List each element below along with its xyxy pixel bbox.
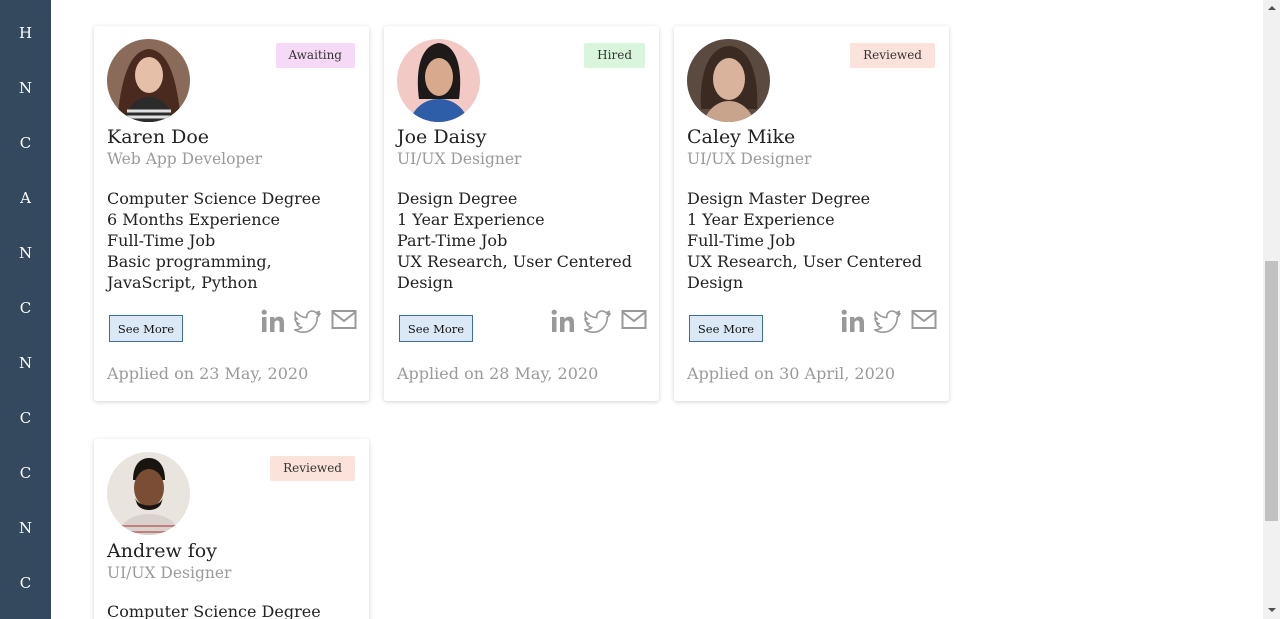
status-badge: Reviewed bbox=[270, 456, 355, 481]
see-more-button[interactable]: See More bbox=[109, 315, 183, 342]
detail-experience: 6 Months Experience bbox=[107, 210, 280, 229]
sidebar-item-9[interactable]: C bbox=[0, 458, 51, 488]
detail-degree: Computer Science Degree bbox=[107, 602, 321, 619]
twitter-icon[interactable] bbox=[294, 309, 321, 337]
detail-degree: Design Degree bbox=[397, 189, 518, 208]
sidebar-item-5[interactable]: N bbox=[0, 238, 51, 268]
detail-skills: UX Research, User Centered Design bbox=[397, 252, 632, 292]
candidate-name: Karen Doe bbox=[107, 126, 210, 148]
candidate-details: Computer Science Degree 6 Months Experie… bbox=[107, 188, 357, 293]
detail-skills: UX Research, User Centered Design bbox=[687, 252, 922, 292]
candidate-card: Hired Joe Daisy UI/UX Designer Design De… bbox=[384, 26, 659, 401]
linkedin-icon[interactable] bbox=[841, 309, 867, 337]
candidate-card: Reviewed Caley Mike UI/UX Designer Desig… bbox=[674, 26, 949, 401]
twitter-icon[interactable] bbox=[584, 309, 611, 337]
detail-experience: 1 Year Experience bbox=[397, 210, 545, 229]
scroll-up-arrow-icon[interactable] bbox=[1263, 0, 1280, 17]
status-badge: Awaiting bbox=[275, 43, 355, 68]
sidebar-item-1[interactable]: H bbox=[0, 18, 51, 48]
candidate-name: Caley Mike bbox=[687, 126, 796, 148]
candidate-card: Awaiting Karen Doe Web App Developer Com… bbox=[94, 26, 369, 401]
avatar bbox=[107, 39, 190, 122]
vertical-scrollbar[interactable] bbox=[1263, 0, 1280, 619]
applied-date: Applied on 23 May, 2020 bbox=[107, 364, 309, 383]
candidate-details: Design Master Degree 1 Year Experience F… bbox=[687, 188, 937, 293]
sidebar-item-2[interactable]: N bbox=[0, 73, 51, 103]
see-more-button[interactable]: See More bbox=[689, 315, 763, 342]
sidebar-item-8[interactable]: C bbox=[0, 403, 51, 433]
sidebar-item-7[interactable]: N bbox=[0, 348, 51, 378]
candidate-details: Computer Science Degree bbox=[107, 601, 357, 619]
detail-degree: Computer Science Degree bbox=[107, 189, 321, 208]
scroll-thumb[interactable] bbox=[1265, 261, 1278, 521]
detail-job-type: Full-Time Job bbox=[687, 231, 796, 250]
candidate-role: UI/UX Designer bbox=[107, 564, 232, 582]
see-more-button[interactable]: See More bbox=[399, 315, 473, 342]
mail-icon[interactable] bbox=[331, 309, 357, 337]
sidebar-item-4[interactable]: A bbox=[0, 183, 51, 213]
detail-job-type: Part-Time Job bbox=[397, 231, 508, 250]
status-badge: Reviewed bbox=[850, 43, 935, 68]
status-badge: Hired bbox=[584, 43, 645, 68]
detail-experience: 1 Year Experience bbox=[687, 210, 835, 229]
candidate-name: Andrew foy bbox=[107, 540, 217, 562]
detail-skills: Basic programming, JavaScript, Python bbox=[107, 252, 272, 292]
applied-date: Applied on 28 May, 2020 bbox=[397, 364, 599, 383]
sidebar-item-10[interactable]: N bbox=[0, 513, 51, 543]
sidebar-item-11[interactable]: C bbox=[0, 568, 51, 598]
detail-degree: Design Master Degree bbox=[687, 189, 871, 208]
candidate-details: Design Degree 1 Year Experience Part-Tim… bbox=[397, 188, 647, 293]
scroll-down-arrow-icon[interactable] bbox=[1263, 602, 1280, 619]
avatar bbox=[397, 39, 480, 122]
sidebar-item-6[interactable]: C bbox=[0, 293, 51, 323]
twitter-icon[interactable] bbox=[874, 309, 901, 337]
sidebar-item-3[interactable]: C bbox=[0, 128, 51, 158]
avatar bbox=[687, 39, 770, 122]
linkedin-icon[interactable] bbox=[551, 309, 577, 337]
mail-icon[interactable] bbox=[911, 309, 937, 337]
candidate-role: UI/UX Designer bbox=[397, 150, 522, 168]
mail-icon[interactable] bbox=[621, 309, 647, 337]
linkedin-icon[interactable] bbox=[261, 309, 287, 337]
sidebar: H N C A N C N C C N C bbox=[0, 0, 51, 619]
candidate-role: Web App Developer bbox=[107, 150, 262, 168]
applied-date: Applied on 30 April, 2020 bbox=[687, 364, 896, 383]
candidate-name: Joe Daisy bbox=[397, 126, 487, 148]
detail-job-type: Full-Time Job bbox=[107, 231, 216, 250]
candidate-role: UI/UX Designer bbox=[687, 150, 812, 168]
avatar bbox=[107, 452, 190, 535]
candidate-card: Reviewed Andrew foy UI/UX Designer Compu… bbox=[94, 439, 369, 619]
